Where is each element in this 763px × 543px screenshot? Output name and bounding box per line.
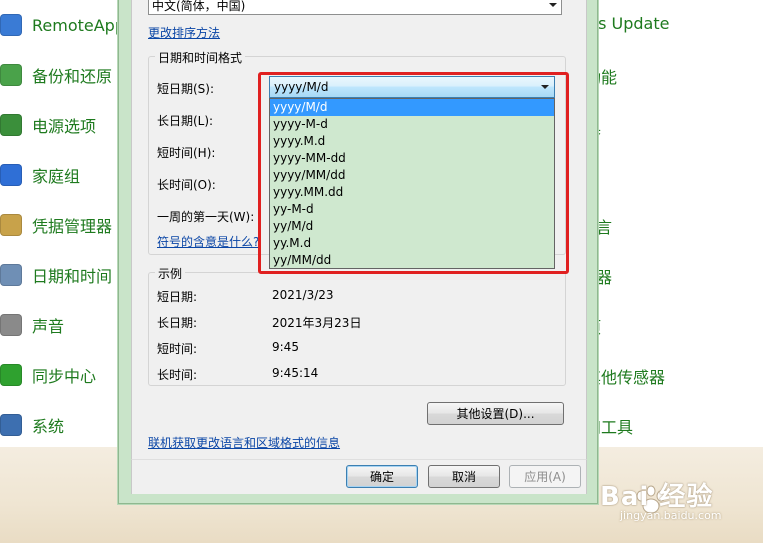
chevron-down-icon[interactable] bbox=[549, 3, 557, 7]
power-icon bbox=[0, 114, 22, 136]
first-day-label: 一周的第一天(W): bbox=[157, 210, 255, 224]
cp-item-label: 日期和时间 bbox=[32, 267, 113, 286]
system-icon bbox=[0, 414, 22, 436]
datetime-icon bbox=[0, 264, 22, 286]
credential-icon bbox=[0, 214, 22, 236]
cp-item-left[interactable]: 日期和时间 bbox=[0, 255, 112, 295]
cp-item-label: 系统 bbox=[32, 417, 65, 436]
short-date-combo-value: yyyy/M/d bbox=[274, 80, 329, 94]
short-date-option[interactable]: yyyy-MM-dd bbox=[270, 150, 554, 167]
short-date-option[interactable]: yy.M.d bbox=[270, 235, 554, 252]
cp-item-left[interactable]: 声音 bbox=[0, 305, 64, 345]
remoteapp-icon bbox=[0, 14, 22, 36]
sort-method-link[interactable]: 更改排序方法 bbox=[148, 24, 220, 41]
backup-icon bbox=[0, 64, 22, 86]
format-group-title: 日期和时间格式 bbox=[155, 49, 246, 66]
cp-item-left[interactable]: 系统 bbox=[0, 405, 64, 445]
cp-item-left[interactable]: 同步中心 bbox=[0, 355, 96, 395]
cp-item-left[interactable]: 凭据管理器 bbox=[0, 205, 112, 245]
short-date-option[interactable]: yyyy.M.d bbox=[270, 133, 554, 150]
short-date-option[interactable]: yy/M/d bbox=[270, 218, 554, 235]
other-settings-button[interactable]: 其他设置(D)... bbox=[427, 402, 564, 425]
short-date-option[interactable]: yy-M-d bbox=[270, 201, 554, 218]
watermark-text: Bai 经验 bbox=[600, 482, 714, 512]
format-combo[interactable]: 中文(简体，中国) bbox=[148, 0, 562, 15]
cp-item-label: 同步中心 bbox=[32, 367, 97, 386]
example-long-date-label: 长日期: bbox=[157, 316, 198, 330]
example-short-time-value: 9:45 bbox=[272, 340, 299, 354]
short-date-option[interactable]: yyyy/MM/dd bbox=[270, 167, 554, 184]
homegroup-icon bbox=[0, 164, 22, 186]
apply-button[interactable]: 应用(A) bbox=[509, 465, 581, 488]
cp-item-label: RemoteApp bbox=[32, 15, 125, 35]
online-info-link[interactable]: 联机获取更改语言和区域格式的信息 bbox=[148, 434, 340, 451]
example-long-time-value: 9:45:14 bbox=[272, 366, 319, 380]
symbols-meaning-link[interactable]: 符号的含意是什么? bbox=[157, 233, 259, 250]
short-date-option[interactable]: yyyy/M/d bbox=[270, 99, 554, 116]
cp-item-left[interactable]: 电源选项 bbox=[0, 105, 96, 145]
cp-item-left[interactable]: 备份和还原 bbox=[0, 55, 112, 95]
long-date-label: 长日期(L): bbox=[157, 114, 214, 128]
dialog-footer: 确定 取消 应用(A) bbox=[131, 459, 587, 494]
chevron-down-icon[interactable] bbox=[541, 85, 549, 89]
long-time-label: 长时间(O): bbox=[157, 178, 216, 192]
sync-icon bbox=[0, 364, 22, 386]
ok-button[interactable]: 确定 bbox=[346, 465, 418, 488]
short-date-options-list: yyyy/M/d yyyy-M-d yyyy.M.d yyyy-MM-dd yyyy/M… bbox=[269, 98, 555, 269]
watermark-url: jingyan.baidu.com bbox=[620, 509, 722, 522]
cp-item-label: 凭据管理器 bbox=[32, 217, 113, 236]
cp-item-left[interactable]: 家庭组 bbox=[0, 155, 80, 195]
example-short-date-label: 短日期: bbox=[157, 290, 198, 304]
example-long-time-label: 长时间: bbox=[157, 368, 198, 382]
cp-item-device[interactable]: 器 bbox=[596, 264, 612, 288]
short-date-option[interactable]: yy/MM/dd bbox=[270, 252, 554, 269]
short-date-combo[interactable]: yyyy/M/d bbox=[269, 76, 555, 98]
cancel-button[interactable]: 取消 bbox=[428, 465, 500, 488]
short-date-option[interactable]: yyyy.MM.dd bbox=[270, 184, 554, 201]
short-date-label: 短日期(S): bbox=[157, 82, 215, 96]
short-time-label: 短时间(H): bbox=[157, 146, 216, 160]
sound-icon bbox=[0, 314, 22, 336]
format-combo-value: 中文(简体，中国) bbox=[152, 0, 246, 13]
cp-item-left[interactable]: RemoteApp bbox=[0, 5, 125, 45]
example-long-date-value: 2021年3月23日 bbox=[272, 316, 362, 330]
cp-item-language[interactable]: 言 bbox=[596, 214, 612, 238]
cp-item-label: 声音 bbox=[32, 317, 65, 336]
example-short-time-label: 短时间: bbox=[157, 342, 198, 356]
example-group-title: 示例 bbox=[155, 265, 186, 282]
short-date-option[interactable]: yyyy-M-d bbox=[270, 116, 554, 133]
cp-item-label: 电源选项 bbox=[32, 117, 97, 136]
cp-item-label: 家庭组 bbox=[32, 167, 81, 186]
cp-item-label: 备份和还原 bbox=[32, 67, 113, 86]
example-short-date-value: 2021/3/23 bbox=[272, 288, 334, 302]
